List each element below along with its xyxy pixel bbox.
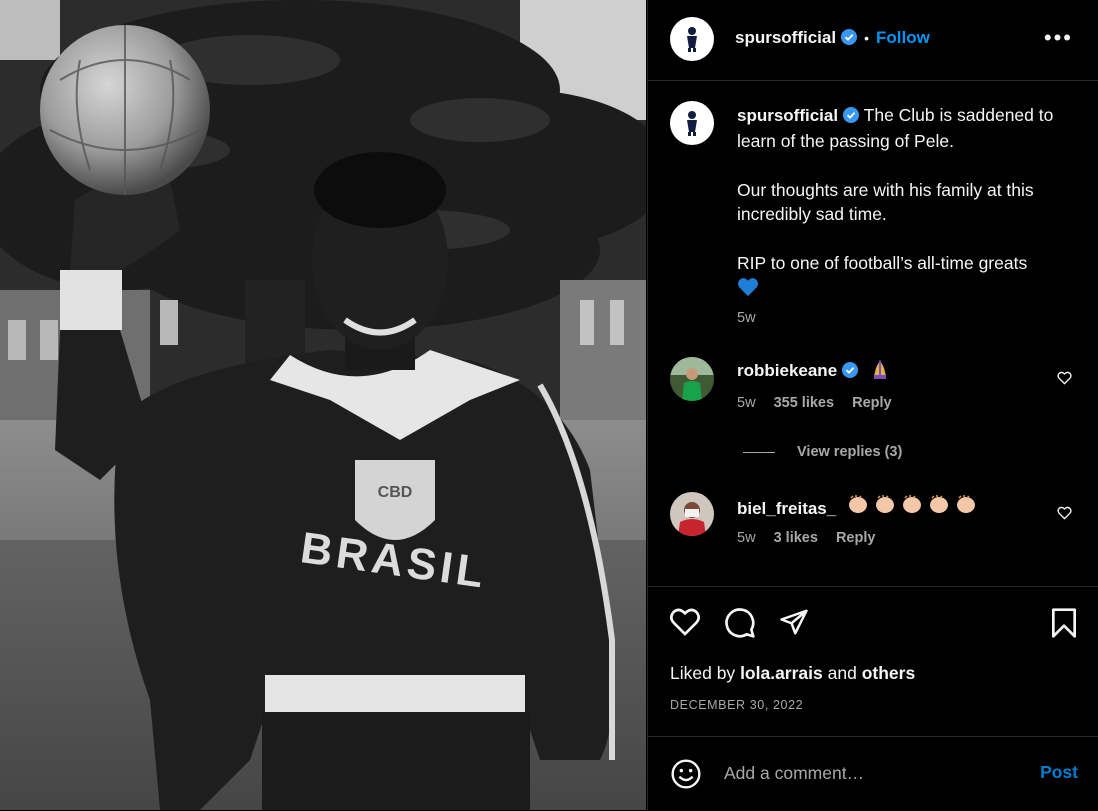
clapping-emojis: [847, 495, 977, 518]
post-date[interactable]: DECEMBER 30, 2022: [670, 698, 803, 712]
clapping-hands-emoji-icon: [849, 495, 868, 513]
like-comment-heart-icon[interactable]: [1057, 371, 1072, 385]
spurs-avatar[interactable]: [670, 17, 714, 61]
caption-username[interactable]: spursofficial: [737, 106, 838, 125]
liked-by-others[interactable]: others: [862, 663, 915, 683]
comment-reply-button[interactable]: Reply: [836, 530, 876, 546]
caption-line-2: Our thoughts are with his family at this…: [737, 179, 1034, 225]
view-replies-line: [743, 451, 775, 453]
post-caption: spursofficial The Club is saddened to le…: [737, 103, 1067, 331]
post-photo[interactable]: CBD BRASIL: [0, 0, 646, 810]
comment-meta: 5w 3 likes Reply: [737, 530, 889, 546]
comment-reply-button[interactable]: Reply: [852, 395, 892, 411]
verified-badge-icon: [842, 362, 859, 378]
post-comment-button[interactable]: Post: [1040, 762, 1078, 783]
spurs-crest-icon: [687, 111, 697, 136]
verified-badge-icon: [841, 29, 858, 45]
commenter-username[interactable]: robbiekeane: [737, 361, 837, 380]
comment-bubble-icon[interactable]: [724, 607, 756, 639]
follow-button[interactable]: Follow: [876, 28, 930, 47]
comment-likes[interactable]: 355 likes: [774, 395, 834, 411]
biel-freitas-avatar-image: [670, 492, 714, 536]
header-username[interactable]: spursofficial: [735, 28, 836, 47]
add-comment-input[interactable]: [722, 757, 1006, 789]
comment-age: 5w: [737, 395, 756, 411]
commenter-avatar[interactable]: [670, 357, 714, 401]
crest-text: CBD: [378, 484, 413, 501]
clapping-hands-emoji-icon: [929, 495, 948, 513]
verified-badge-icon: [843, 107, 860, 123]
robbiekeane-avatar-image: [670, 357, 714, 401]
comment-item: robbiekeane 5w 355 likes Reply: [670, 357, 1090, 427]
post-panel: spursofficial • Follow ••• spursofficial T…: [647, 0, 1098, 810]
liked-by-prefix: Liked by: [670, 663, 736, 683]
header-dot: •: [864, 30, 869, 46]
comment-likes[interactable]: 3 likes: [774, 530, 818, 546]
comment-meta: 5w 355 likes Reply: [737, 395, 906, 411]
liked-by-text: Liked by lola.arrais and others: [670, 663, 915, 684]
commenter-username[interactable]: biel_freitas_: [737, 499, 836, 518]
comment-item: biel_freitas_ 5w 3 likes Reply: [670, 492, 1090, 562]
liked-by-user[interactable]: lola.arrais: [740, 663, 823, 683]
blue-heart-emoji-icon: [738, 277, 758, 296]
more-options-icon[interactable]: •••: [1044, 27, 1073, 49]
like-comment-heart-icon[interactable]: [1057, 506, 1072, 520]
save-bookmark-icon[interactable]: [1050, 607, 1078, 639]
spurs-crest-icon: [687, 27, 697, 52]
clapping-hands-emoji-icon: [902, 495, 921, 513]
view-replies-label: View replies (3): [797, 444, 903, 460]
post-header: spursofficial • Follow •••: [648, 0, 1098, 81]
caption-age[interactable]: 5w: [737, 306, 1067, 331]
view-replies-button[interactable]: View replies (3): [743, 444, 902, 460]
caption-avatar[interactable]: [670, 101, 714, 145]
like-heart-icon[interactable]: [669, 607, 701, 637]
clapping-hands-emoji-icon: [875, 495, 894, 513]
clapping-hands-emoji-icon: [956, 495, 975, 513]
comment-age: 5w: [737, 530, 756, 546]
emoji-smiley-icon[interactable]: [670, 758, 702, 790]
praying-hands-emoji-icon: [874, 360, 887, 379]
photo-illustration: CBD BRASIL: [0, 0, 646, 810]
commenter-avatar[interactable]: [670, 492, 714, 536]
caption-line-3: RIP to one of football’s all-time greats: [737, 253, 1028, 273]
post-actions: Liked by lola.arrais and others DECEMBER…: [648, 586, 1098, 737]
liked-by-and: and: [827, 663, 857, 683]
add-comment-bar: Post: [648, 736, 1098, 811]
header-user-row: spursofficial • Follow: [735, 28, 930, 48]
share-send-icon[interactable]: [778, 607, 810, 637]
